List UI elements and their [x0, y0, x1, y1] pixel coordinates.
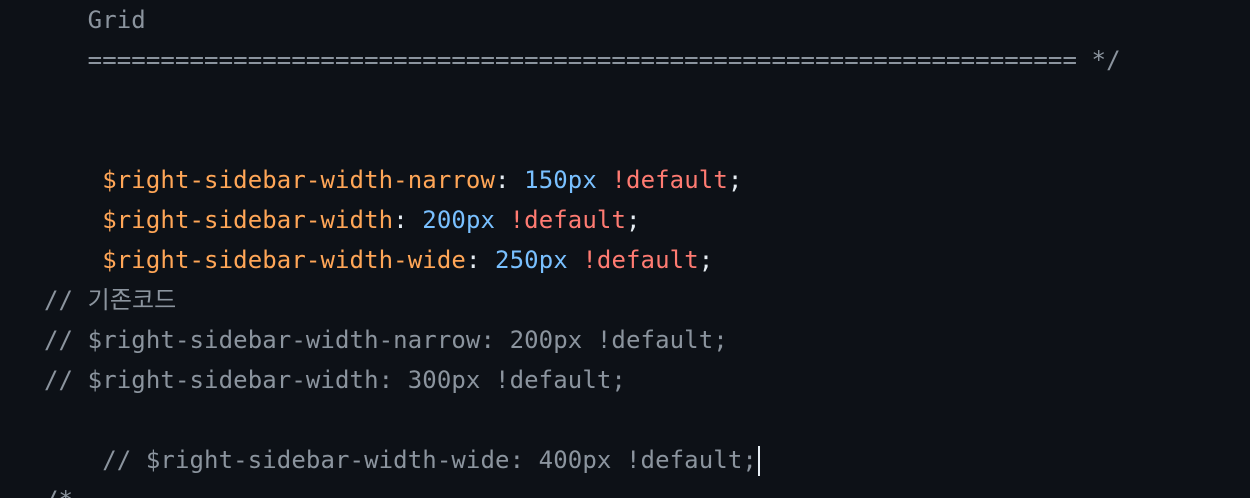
default-flag: !default	[582, 246, 699, 274]
value: 250px	[495, 246, 568, 274]
colon: :	[465, 246, 496, 274]
comment-line-grid: Grid	[44, 6, 146, 34]
semicolon: ;	[698, 246, 714, 274]
comment-line-divider: ========================================…	[44, 46, 1121, 74]
code-line-wide: $right-sidebar-width-wide: 250px !defaul…	[44, 200, 713, 274]
code-line-default: $right-sidebar-width: 200px !default;	[44, 160, 641, 234]
comment-line-existing-code: // 기존코드	[44, 286, 177, 314]
comment-line-wide-old: // $right-sidebar-width-wide: 400px !def…	[44, 400, 760, 476]
comment-line-default-old: // $right-sidebar-width: 300px !default;	[44, 366, 626, 394]
semicolon: ;	[727, 166, 743, 194]
code-editor[interactable]: Grid ===================================…	[0, 0, 1250, 498]
variable-name: $right-sidebar-width-wide	[102, 246, 466, 274]
comment-text: // $right-sidebar-width-wide: 400px !def…	[102, 446, 757, 474]
code-line-narrow: $right-sidebar-width-narrow: 150px !defa…	[44, 120, 742, 194]
text-cursor	[757, 446, 760, 476]
comment-open: /*	[44, 480, 73, 498]
comment-line-narrow-old: // $right-sidebar-width-narrow: 200px !d…	[44, 326, 728, 354]
